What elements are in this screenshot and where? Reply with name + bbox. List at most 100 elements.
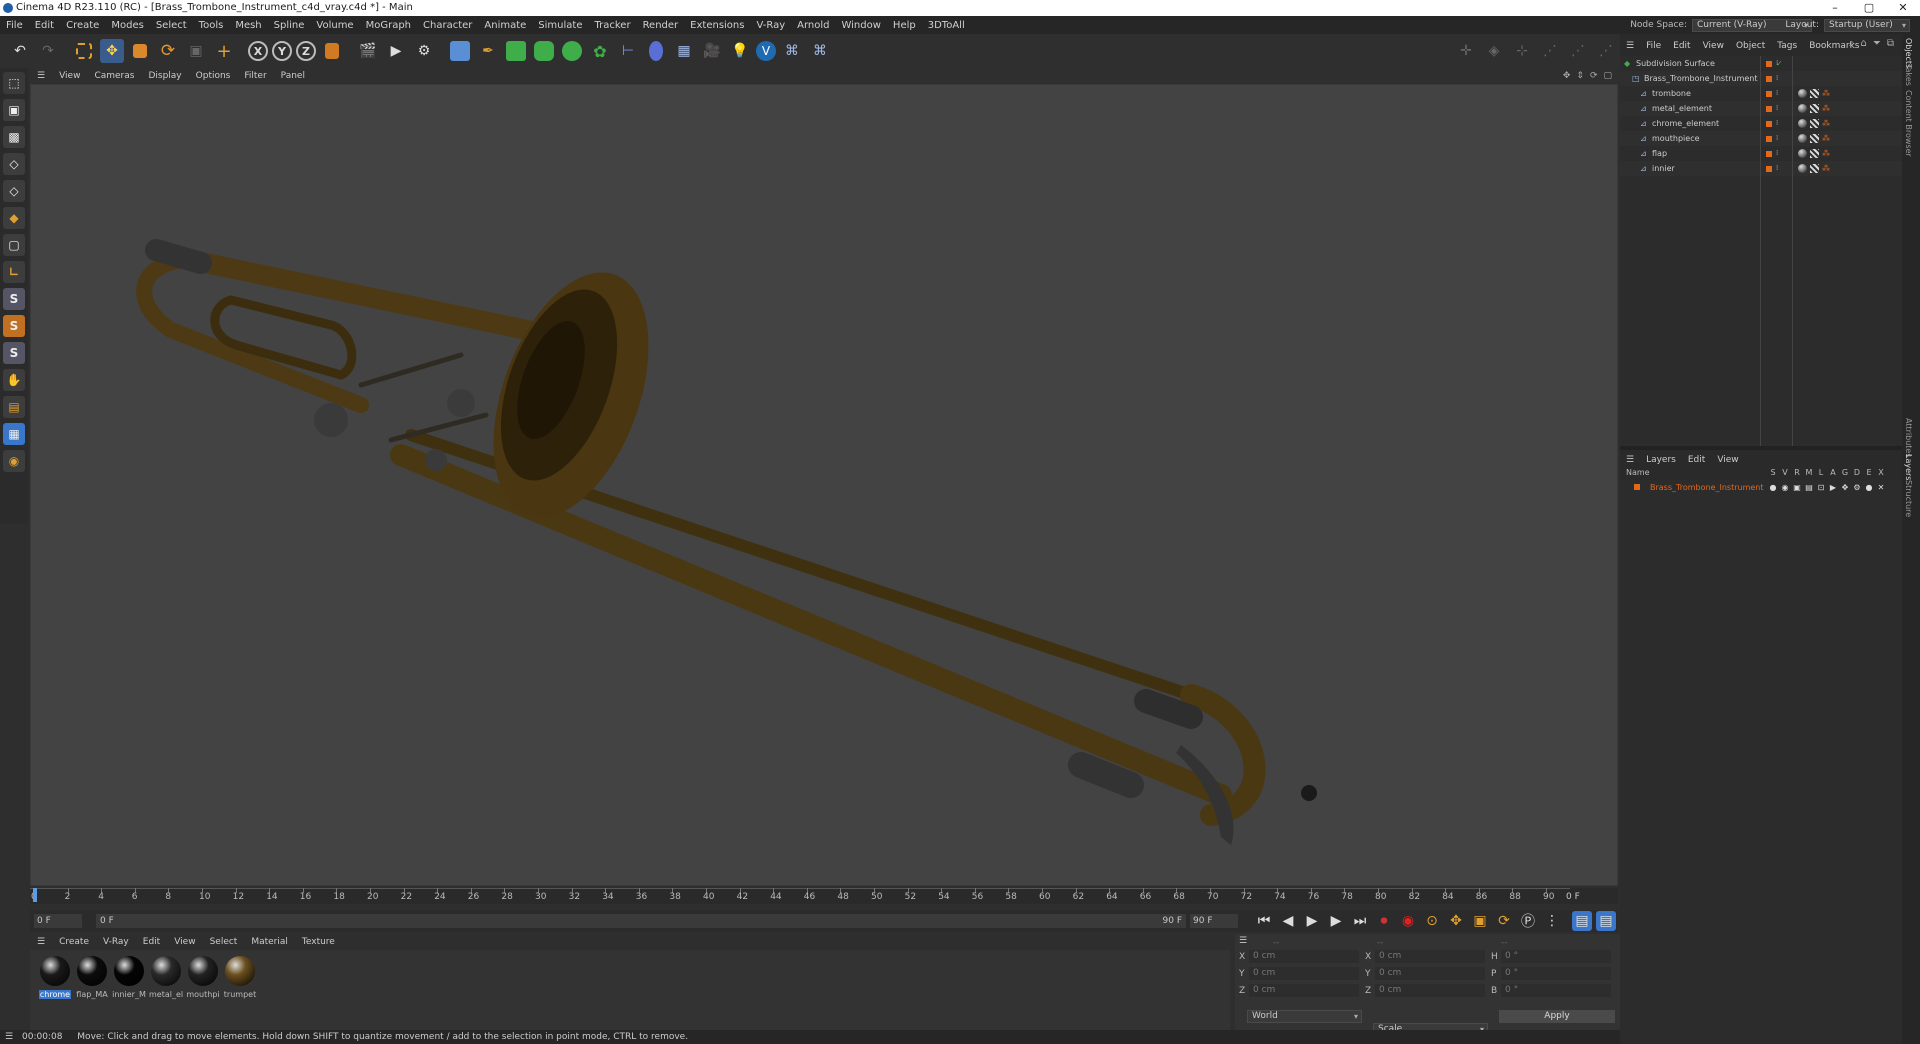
- script-icon[interactable]: ⌘: [808, 39, 832, 63]
- layer-flag-toggle-icon[interactable]: ▶: [1827, 480, 1839, 495]
- coordinate-system-icon[interactable]: [320, 39, 344, 63]
- visibility-dots-icon[interactable]: ⁞: [1776, 101, 1778, 116]
- menu-character[interactable]: Character: [417, 20, 478, 31]
- record-icon[interactable]: ⏺: [1374, 911, 1394, 931]
- menu-tools[interactable]: Tools: [193, 20, 230, 31]
- play-icon[interactable]: ▶: [1302, 911, 1322, 931]
- uvw-tag-icon[interactable]: [1810, 164, 1819, 173]
- menu-v-ray[interactable]: V-Ray: [750, 20, 791, 31]
- visibility-dots-icon[interactable]: ⁞: [1776, 86, 1778, 101]
- side-tab-attributes[interactable]: Attributes: [1904, 418, 1913, 458]
- layer-flag-toggle-icon[interactable]: ▣: [1791, 480, 1803, 495]
- layer-color-tag[interactable]: [1766, 91, 1772, 97]
- undo-icon[interactable]: ↶: [8, 39, 32, 63]
- visibility-dots-icon[interactable]: ⁞: [1776, 71, 1778, 86]
- vray-tag-icon[interactable]: ⁂: [1822, 101, 1830, 116]
- layer-color-tag[interactable]: [1766, 166, 1772, 172]
- transform-tool-icon[interactable]: ▣: [184, 39, 208, 63]
- light-icon[interactable]: 💡: [728, 39, 752, 63]
- layer-flag-toggle-icon[interactable]: ✥: [1839, 480, 1851, 495]
- viewport-menu-view[interactable]: View: [52, 71, 87, 81]
- layer-menu-layers[interactable]: Layers: [1640, 455, 1682, 465]
- visibility-dots-icon[interactable]: ⁞: [1776, 131, 1778, 146]
- solo-button-2[interactable]: S: [3, 315, 25, 337]
- frame-range-slider[interactable]: 0 F 90 F: [96, 914, 1186, 928]
- visibility-dots-icon[interactable]: ⁞: [1776, 116, 1778, 131]
- make-editable-icon[interactable]: ⬚: [3, 72, 25, 94]
- model-mode-icon[interactable]: ▣: [3, 99, 25, 121]
- start-frame-field[interactable]: 0 F: [34, 914, 82, 928]
- cube-object-icon[interactable]: [448, 39, 472, 63]
- polygons-mode-icon[interactable]: ◆: [3, 207, 25, 229]
- close-button[interactable]: ✕: [1886, 0, 1920, 16]
- object-menu-object[interactable]: Object: [1730, 41, 1771, 51]
- keyframe-selection-icon[interactable]: ⊙: [1422, 911, 1442, 931]
- move-tool-icon[interactable]: ✥: [100, 39, 124, 63]
- go-to-start-icon[interactable]: ⏮: [1254, 911, 1274, 931]
- y-axis-lock-button[interactable]: Y: [272, 41, 292, 61]
- layer-flag-toggle-icon[interactable]: ▤: [1803, 480, 1815, 495]
- layer-flag-toggle-icon[interactable]: ✕: [1875, 480, 1887, 495]
- rotate-view-icon[interactable]: ⟳: [1590, 71, 1598, 81]
- viewport-hamburger-icon[interactable]: ☰: [30, 71, 52, 81]
- viewport-menu-cameras[interactable]: Cameras: [87, 71, 141, 81]
- viewport-menu-options[interactable]: Options: [189, 71, 238, 81]
- pen-spline-icon[interactable]: ✒: [476, 39, 500, 63]
- uvw-tag-icon[interactable]: [1810, 149, 1819, 158]
- layer-icon[interactable]: ◉: [3, 450, 25, 472]
- rotate-tool-icon[interactable]: ⟳: [156, 39, 180, 63]
- vray-tag-icon[interactable]: ⁂: [1822, 86, 1830, 101]
- uvw-tag-icon[interactable]: [1810, 119, 1819, 128]
- vray-tag-icon[interactable]: ⁂: [1822, 161, 1830, 176]
- material-swatch[interactable]: flap_MA: [75, 956, 109, 999]
- material-menu-view[interactable]: View: [167, 937, 202, 947]
- layer-color-tag[interactable]: [1766, 76, 1772, 82]
- viewport-menu-display[interactable]: Display: [141, 71, 188, 81]
- layer-flag-toggle-icon[interactable]: ●: [1863, 480, 1875, 495]
- menu-edit[interactable]: Edit: [29, 20, 60, 31]
- minimize-button[interactable]: –: [1818, 0, 1852, 16]
- layer-color-swatch[interactable]: [1634, 484, 1640, 490]
- object-hamburger-icon[interactable]: ☰: [1620, 41, 1640, 51]
- home-icon[interactable]: ⌂: [1861, 38, 1867, 49]
- texture-mode-icon[interactable]: ▩: [3, 126, 25, 148]
- vray-tag-icon[interactable]: ⁂: [1822, 131, 1830, 146]
- maximize-button[interactable]: ▢: [1852, 0, 1886, 16]
- coord-pos-field[interactable]: 0 cm: [1249, 984, 1359, 997]
- object-row[interactable]: ◳ Brass_Trombone_Instrument ⁞: [1620, 71, 1902, 86]
- menu-simulate[interactable]: Simulate: [532, 20, 588, 31]
- scale-key-icon[interactable]: ▣: [1470, 911, 1490, 931]
- vray-tag-icon[interactable]: ⁂: [1822, 146, 1830, 161]
- coord-rot-field[interactable]: 0 °: [1501, 967, 1611, 980]
- edge-mode-icon[interactable]: ⋰: [1566, 39, 1590, 63]
- render-region-icon[interactable]: 🎬: [356, 39, 380, 63]
- selection-tool-icon[interactable]: [72, 39, 96, 63]
- point-level-icon[interactable]: ⋮: [1542, 911, 1562, 931]
- side-tab-layers[interactable]: Layers: [1904, 454, 1913, 480]
- step-back-icon[interactable]: ◀: [1278, 911, 1298, 931]
- menu-arnold[interactable]: Arnold: [791, 20, 835, 31]
- menu-mograph[interactable]: MoGraph: [360, 20, 417, 31]
- position-key-icon[interactable]: ✥: [1446, 911, 1466, 931]
- material-tag-icon[interactable]: [1798, 89, 1807, 98]
- coord-size-field[interactable]: 0 cm: [1375, 984, 1485, 997]
- material-swatch[interactable]: chrome: [38, 956, 72, 999]
- create-object-icon[interactable]: +: [212, 39, 236, 63]
- side-tab-takes[interactable]: Takes: [1904, 64, 1913, 86]
- menu-modes[interactable]: Modes: [105, 20, 149, 31]
- solo-button-1[interactable]: S: [3, 288, 25, 310]
- object-menu-file[interactable]: File: [1640, 41, 1667, 51]
- coord-rot-field[interactable]: 0 °: [1501, 984, 1611, 997]
- coord-size-field[interactable]: 0 cm: [1375, 950, 1485, 963]
- object-row[interactable]: ⊿ chrome_element ⁞ ⁂: [1620, 116, 1902, 131]
- visibility-dots-icon[interactable]: ⁞: [1776, 161, 1778, 176]
- material-tag-icon[interactable]: [1798, 119, 1807, 128]
- layer-flag-toggle-icon[interactable]: ◉: [1779, 480, 1791, 495]
- material-swatch[interactable]: innier_M: [112, 956, 146, 999]
- menu-volume[interactable]: Volume: [310, 20, 359, 31]
- coord-pos-field[interactable]: 0 cm: [1249, 967, 1359, 980]
- uv-mode-icon[interactable]: ▢: [3, 234, 25, 256]
- vray-tag-icon[interactable]: ⁂: [1822, 116, 1830, 131]
- dope-sheet-icon[interactable]: ▤: [1596, 911, 1616, 931]
- coord-size-field[interactable]: 0 cm: [1375, 967, 1485, 980]
